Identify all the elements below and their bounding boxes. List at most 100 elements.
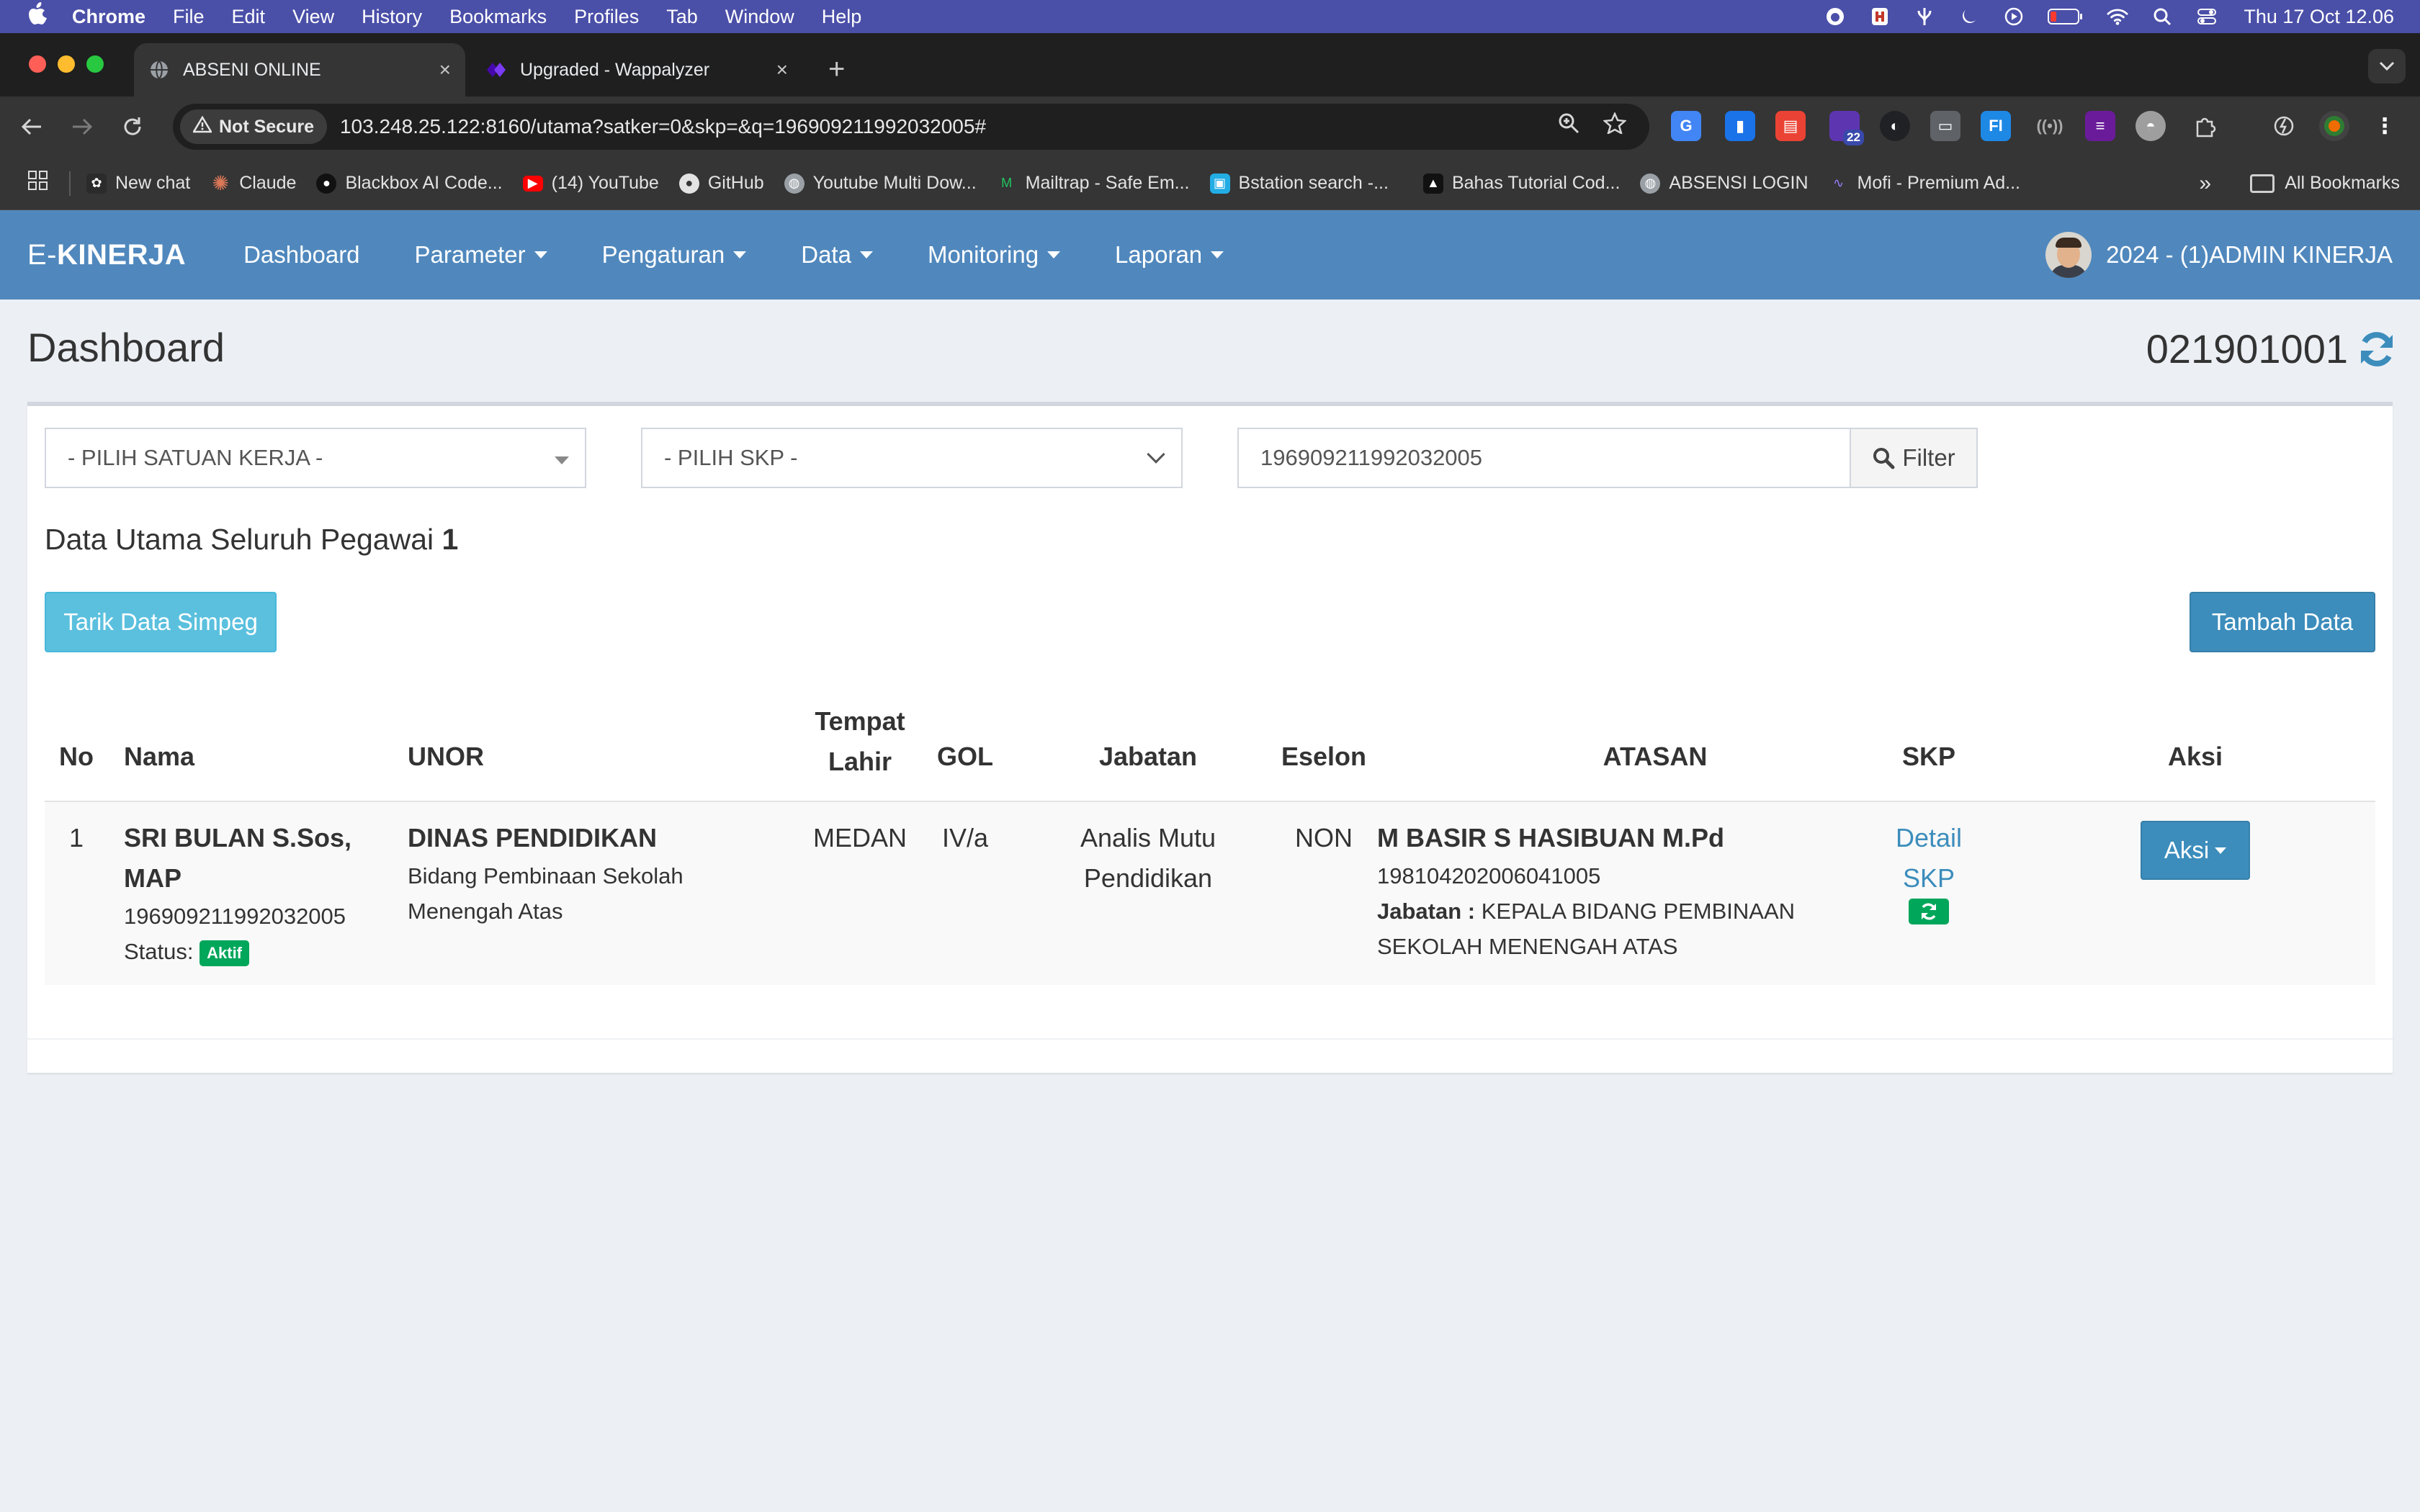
back-arrow-icon[interactable] — [14, 109, 49, 144]
nav-parameter[interactable]: Parameter — [415, 241, 547, 269]
bookmark-item[interactable]: ▲ Bahas Tutorial Cod... — [1422, 173, 1621, 194]
status-area: Thu 17 Oct 12.06 — [1801, 0, 2394, 33]
bookmark-item[interactable]: ◍ ABSENSI LOGIN — [1640, 173, 1809, 194]
tab-search-chevron-icon[interactable] — [2368, 49, 2406, 84]
sync-skp-icon[interactable] — [1909, 899, 1949, 924]
apps-grid-icon[interactable] — [27, 170, 52, 197]
menu-tab[interactable]: Tab — [666, 6, 698, 28]
close-tab-icon[interactable]: × — [439, 58, 451, 81]
hat-extension-icon[interactable]: ◓ — [2136, 111, 2166, 141]
list-extension-icon[interactable]: ≡ — [2085, 111, 2115, 141]
bookmark-item[interactable]: ✺ Claude — [210, 172, 297, 194]
browser-tab-strip: ABSENI ONLINE × Upgraded - Wappalyzer × … — [0, 33, 2420, 96]
bookmark-item[interactable]: M Mailtrap - Safe Em... — [997, 173, 1190, 194]
puzzle-extensions-icon[interactable] — [2190, 111, 2220, 141]
apple-icon[interactable] — [27, 2, 49, 31]
herd-icon[interactable] — [1869, 6, 1891, 27]
zoom-icon[interactable] — [1554, 112, 1583, 140]
close-tab-icon[interactable]: × — [776, 58, 788, 81]
search-input[interactable] — [1237, 428, 1851, 488]
macos-menu-bar: Chrome File Edit View History Bookmarks … — [0, 0, 2420, 33]
menu-view[interactable]: View — [292, 6, 334, 28]
tab-wappalyzer[interactable]: Upgraded - Wappalyzer × — [471, 43, 802, 96]
fork-icon[interactable] — [1914, 6, 1935, 27]
url-text[interactable]: 103.248.25.122:8160/utama?satker=0&skp=&… — [340, 115, 986, 138]
nav-laporan[interactable]: Laporan — [1115, 241, 1224, 269]
satuan-kerja-select[interactable]: - PILIH SATUAN KERJA - — [45, 428, 586, 488]
security-chip[interactable]: Not Secure — [180, 109, 327, 144]
zoom-window-button[interactable] — [86, 55, 104, 73]
nav-pengaturan[interactable]: Pengaturan — [602, 241, 747, 269]
bookmark-item[interactable]: ● GitHub — [678, 173, 764, 194]
window-controls — [29, 55, 115, 73]
extension-badge-icon[interactable]: 22 — [1829, 111, 1864, 145]
minimize-window-button[interactable] — [58, 55, 75, 73]
nav-dashboard[interactable]: Dashboard — [243, 241, 359, 269]
spotlight-search-icon[interactable] — [2151, 6, 2173, 27]
cell-unor: DINAS PENDIDIKAN Bidang Pembinaan Sekola… — [408, 818, 782, 929]
tab-absensi-online[interactable]: ABSENI ONLINE × — [134, 43, 465, 96]
forward-arrow-icon[interactable] — [65, 109, 99, 144]
bookmark-item[interactable]: ◍ Youtube Multi Dow... — [784, 173, 977, 194]
eye-extension-icon[interactable]: ◐ — [1880, 111, 1910, 141]
bookmark-item[interactable]: ● Blackbox AI Code... — [316, 173, 503, 194]
bookmark-label: Bahas Tutorial Cod... — [1451, 173, 1621, 193]
broadcast-extension-icon[interactable]: ((•)) — [2035, 111, 2065, 141]
bookmark-item[interactable]: ▶ (14) YouTube — [522, 173, 659, 194]
close-window-button[interactable] — [29, 55, 46, 73]
cell-atasan: M BASIR S HASIBUAN M.Pd 1981042020060410… — [1377, 818, 1838, 964]
docs-extension-icon[interactable]: ▮ — [1725, 111, 1755, 141]
menu-profiles[interactable]: Profiles — [574, 6, 639, 28]
wappalyzer-icon — [485, 59, 507, 81]
user-menu[interactable]: 2024 - (1)ADMIN KINERJA — [2045, 232, 2393, 278]
bookmark-label: Mailtrap - Safe Em... — [1025, 173, 1190, 193]
menu-clock[interactable]: Thu 17 Oct 12.06 — [2244, 6, 2394, 28]
filter-button[interactable]: Filter — [1850, 428, 1978, 488]
window-extension-icon[interactable]: ▭ — [1930, 111, 1960, 141]
refresh-icon[interactable] — [2357, 329, 2397, 369]
nav-monitoring[interactable]: Monitoring — [928, 241, 1061, 269]
performance-icon[interactable] — [2269, 111, 2299, 141]
all-bookmarks-button[interactable]: All Bookmarks — [2250, 173, 2400, 194]
moon-icon[interactable] — [1958, 6, 1980, 27]
menu-edit[interactable]: Edit — [232, 6, 266, 28]
bookmark-star-icon[interactable] — [1600, 111, 1629, 140]
bookmark-label: Blackbox AI Code... — [345, 173, 503, 193]
more-bookmarks-icon[interactable]: » — [2199, 171, 2211, 196]
fi-extension-icon[interactable]: FI — [1981, 111, 2011, 141]
mailtrap-icon: M — [1001, 176, 1013, 190]
calendar-extension-icon[interactable]: ▤ — [1775, 111, 1806, 141]
detail-skp-link[interactable]: Detail — [1871, 818, 1986, 858]
menu-history[interactable]: History — [362, 6, 422, 28]
brand-logo[interactable]: E-KINERJA — [27, 239, 186, 271]
wifi-icon[interactable] — [2107, 6, 2128, 27]
new-tab-button[interactable]: + — [828, 55, 845, 84]
menu-window[interactable]: Window — [725, 6, 794, 28]
address-bar[interactable]: Not Secure 103.248.25.122:8160/utama?sat… — [173, 104, 1649, 150]
skp-select[interactable]: - PILIH SKP - — [641, 428, 1183, 488]
tarik-data-simpeg-button[interactable]: Tarik Data Simpeg — [45, 592, 277, 652]
aksi-dropdown-button[interactable]: Aksi — [2141, 821, 2250, 880]
google-translate-icon[interactable]: G — [1671, 111, 1701, 141]
claude-icon: ✺ — [212, 172, 229, 194]
menu-help[interactable]: Help — [822, 6, 862, 28]
battery-icon[interactable] — [2048, 6, 2084, 27]
control-center-icon[interactable] — [2196, 6, 2218, 27]
profile-avatar-icon[interactable] — [2319, 111, 2349, 141]
nav-data[interactable]: Data — [801, 241, 873, 269]
menu-bookmarks[interactable]: Bookmarks — [449, 6, 547, 28]
bookmark-item[interactable]: ▣ Bstation search -... — [1209, 173, 1389, 194]
detail-skp-link[interactable]: SKP — [1871, 858, 1986, 899]
play-circle-icon[interactable] — [2003, 6, 2025, 27]
bookmark-label: Mofi - Premium Ad... — [1857, 173, 2020, 193]
bookmark-item[interactable]: ✿ New chat — [86, 173, 190, 194]
tambah-data-button[interactable]: Tambah Data — [2190, 592, 2375, 652]
chrome-menu-icon[interactable]: ⋮ — [2370, 111, 2400, 141]
github-status-icon[interactable] — [1824, 6, 1846, 27]
reload-icon[interactable] — [115, 109, 150, 144]
bookmark-label: Claude — [239, 173, 297, 193]
heading-count: 1 — [442, 523, 459, 556]
menu-file[interactable]: File — [173, 6, 205, 28]
bookmark-item[interactable]: ∿ Mofi - Premium Ad... — [1829, 173, 2020, 194]
menu-chrome[interactable]: Chrome — [72, 6, 145, 28]
